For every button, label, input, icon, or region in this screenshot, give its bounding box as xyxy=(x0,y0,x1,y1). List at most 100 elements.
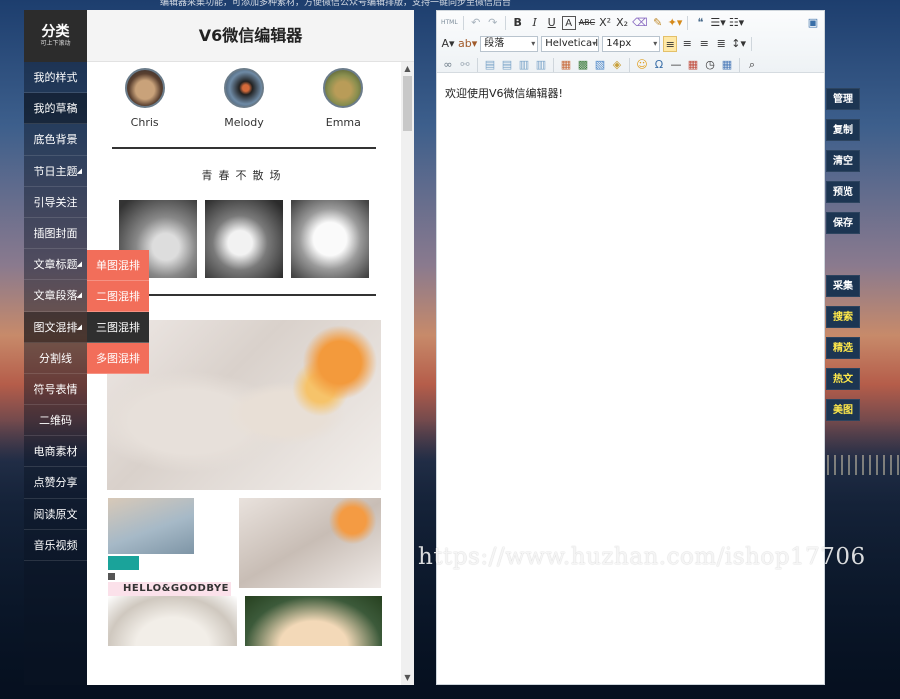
font-size-select[interactable]: 14px xyxy=(602,36,661,52)
eraser-icon[interactable]: ⌫ xyxy=(632,15,648,31)
italic-icon[interactable]: I xyxy=(528,15,542,31)
multi-image-icon[interactable]: ▩ xyxy=(576,57,590,73)
sidebar-item-image-text[interactable]: 图文混排 ◢ xyxy=(24,311,87,343)
sidebar-item-backgrounds[interactable]: 底色背景 xyxy=(24,124,87,156)
align-right-icon[interactable]: ≡ xyxy=(697,36,711,52)
insert-image-icon[interactable]: ▦ xyxy=(559,57,573,73)
undo-icon[interactable]: ↶ xyxy=(469,15,483,31)
font-border-icon[interactable]: A xyxy=(561,16,576,30)
manage-button[interactable]: 管理 xyxy=(826,88,860,110)
strikethrough-icon[interactable]: ABC xyxy=(579,15,595,31)
redo-icon[interactable]: ↷ xyxy=(486,15,500,31)
sidebar-item-article-titles[interactable]: 文章标题 ◢ xyxy=(24,249,87,281)
sidebar-item-my-styles[interactable]: 我的样式 xyxy=(24,62,87,94)
ordered-list-icon[interactable]: ☰▾ xyxy=(710,15,725,31)
table-icon[interactable]: ▦ xyxy=(720,57,734,73)
sidebar-title: 分类 xyxy=(41,24,70,40)
superscript-icon[interactable]: X² xyxy=(598,15,612,31)
subscript-icon[interactable]: X₂ xyxy=(615,15,629,31)
scroll-up-icon[interactable]: ▲ xyxy=(401,62,414,76)
rich-text-editor: HTML ↶ ↷ B I U A ABC X² X₂ ⌫ ✎ ✦▾ ❝ ☰▾ ☷… xyxy=(436,10,825,685)
float-right-icon[interactable]: ▥ xyxy=(534,57,548,73)
preview-button[interactable]: 预览 xyxy=(826,181,860,203)
align-center-icon[interactable]: ≡ xyxy=(680,36,694,52)
highlight-color-icon[interactable]: ab▾ xyxy=(458,36,477,52)
toolbar-separator xyxy=(751,37,752,51)
scroll-down-icon[interactable]: ▼ xyxy=(401,671,414,685)
unordered-list-icon[interactable]: ☷▾ xyxy=(729,15,744,31)
sidebar-item-label: 引导关注 xyxy=(33,195,78,209)
sidebar-item-label: 二维码 xyxy=(39,414,72,428)
category-sidebar: 分类 可上下滚动 我的样式 我的草稿 底色背景 节日主题 ◢ 引导关注 插图封面 … xyxy=(24,10,87,685)
bold-icon[interactable]: B xyxy=(511,15,525,31)
avatar-card: Chris xyxy=(110,68,180,129)
save-button[interactable]: 保存 xyxy=(826,212,860,234)
toolbar-separator xyxy=(553,58,554,72)
editor-content[interactable]: 欢迎使用V6微信编辑器! xyxy=(437,73,824,113)
hot-articles-button[interactable]: 热文 xyxy=(826,368,860,390)
submenu-caret-icon: ◢ xyxy=(76,322,82,331)
fullscreen-icon[interactable]: ▣ xyxy=(806,15,820,31)
paragraph-format-select[interactable]: 段落 xyxy=(480,36,539,52)
clear-button[interactable]: 清空 xyxy=(826,150,860,172)
beautiful-images-button[interactable]: 美图 xyxy=(826,399,860,421)
search-button[interactable]: 搜索 xyxy=(826,306,860,328)
sidebar-item-follow-guide[interactable]: 引导关注 xyxy=(24,187,87,218)
sidebar-item-paragraphs[interactable]: 文章段落 ◢ xyxy=(24,280,87,312)
submenu-two-images[interactable]: 二图混排 xyxy=(87,281,149,312)
submenu-single-image[interactable]: 单图混排 xyxy=(87,250,149,281)
two-portrait-template[interactable] xyxy=(108,596,382,646)
date-icon[interactable]: ▦ xyxy=(686,57,700,73)
toolbar-separator xyxy=(739,58,740,72)
font-color-icon[interactable]: A▾ xyxy=(441,36,455,52)
insert-video-icon[interactable]: ▧ xyxy=(593,57,607,73)
copy-button[interactable]: 复制 xyxy=(826,119,860,141)
sidebar-item-like-share[interactable]: 点赞分享 xyxy=(24,467,87,499)
paint-bucket-icon[interactable]: ◈ xyxy=(610,57,624,73)
search-replace-icon[interactable]: ⌕ xyxy=(745,57,759,73)
format-brush-icon[interactable]: ✎ xyxy=(651,15,665,31)
html-source-icon[interactable]: HTML xyxy=(441,15,458,31)
avatar-row-template[interactable]: Chris Melody Emma xyxy=(87,62,401,129)
sidebar-item-music-video[interactable]: 音乐视频 xyxy=(24,530,87,561)
avatar xyxy=(323,68,364,108)
sidebar-item-emoji[interactable]: 符号表情 xyxy=(24,374,87,406)
scrollbar-thumb[interactable] xyxy=(403,76,412,131)
underline-icon[interactable]: U xyxy=(545,15,559,31)
collect-button[interactable]: 采集 xyxy=(826,275,860,297)
sidebar-item-dividers[interactable]: 分割线 xyxy=(24,343,87,374)
sidebar-item-qrcode[interactable]: 二维码 xyxy=(24,405,87,437)
avatar xyxy=(223,68,264,108)
align-justify-icon[interactable]: ≣ xyxy=(714,36,728,52)
avatar-name: Chris xyxy=(130,116,159,129)
submenu-multi-images[interactable]: 多图混排 xyxy=(87,343,149,374)
unlink-icon[interactable]: ⚯ xyxy=(458,57,472,73)
featured-button[interactable]: 精选 xyxy=(826,337,860,359)
time-icon[interactable]: ◷ xyxy=(703,57,717,73)
outdent-icon[interactable]: ▤ xyxy=(500,57,514,73)
horizontal-rule-icon[interactable]: — xyxy=(669,57,683,73)
sidebar-item-holidays[interactable]: 节日主题 ◢ xyxy=(24,156,87,187)
line-height-icon[interactable]: ↕▾ xyxy=(731,36,746,52)
blockquote-icon[interactable]: ❝ xyxy=(693,15,707,31)
panel-scrollbar[interactable]: ▲ ▼ xyxy=(401,62,414,685)
sidebar-header: 分类 可上下滚动 xyxy=(24,10,87,62)
sidebar-item-covers[interactable]: 插图封面 xyxy=(24,218,87,250)
toolbar-separator xyxy=(629,58,630,72)
sidebar-item-label: 插图封面 xyxy=(33,226,78,240)
auto-format-icon[interactable]: ✦▾ xyxy=(668,15,683,31)
font-family-select[interactable]: Helvetica I xyxy=(541,36,600,52)
submenu-caret-icon: ◢ xyxy=(76,291,82,300)
sidebar-item-read-more[interactable]: 阅读原文 xyxy=(24,499,87,530)
sidebar-item-label: 文章标题 xyxy=(33,258,78,272)
indent-icon[interactable]: ▤ xyxy=(483,57,497,73)
emoticon-icon[interactable]: ☺ xyxy=(635,57,649,73)
link-icon[interactable]: ∞ xyxy=(441,57,455,73)
special-char-icon[interactable]: Ω xyxy=(652,57,666,73)
sidebar-item-ecommerce[interactable]: 电商素材 xyxy=(24,436,87,468)
toolbar-separator xyxy=(462,16,464,30)
float-left-icon[interactable]: ▥ xyxy=(517,57,531,73)
submenu-three-images[interactable]: 三图混排 xyxy=(87,312,149,343)
sidebar-item-my-drafts[interactable]: 我的草稿 xyxy=(24,93,87,125)
align-left-icon[interactable]: ≡ xyxy=(663,36,678,52)
